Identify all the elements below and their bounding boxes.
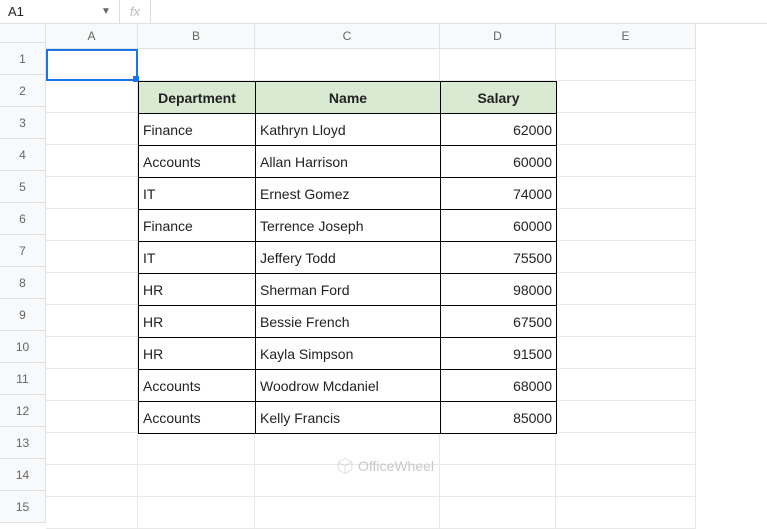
row-header-13[interactable]: 13 xyxy=(0,427,46,459)
cell-department[interactable]: Accounts xyxy=(139,370,256,402)
cell-department[interactable]: IT xyxy=(139,178,256,210)
fx-label: fx xyxy=(119,0,151,23)
row-header-4[interactable]: 4 xyxy=(0,139,46,171)
row-header-3[interactable]: 3 xyxy=(0,107,46,139)
row-header-14[interactable]: 14 xyxy=(0,459,46,491)
column-header-a[interactable]: A xyxy=(46,24,138,49)
cell-name[interactable]: Ernest Gomez xyxy=(256,178,441,210)
sheet-body[interactable]: Department Name Salary FinanceKathryn Ll… xyxy=(46,49,767,523)
cell-department[interactable]: Finance xyxy=(139,210,256,242)
header-name[interactable]: Name xyxy=(256,82,441,114)
row-header-15[interactable]: 15 xyxy=(0,491,46,523)
header-department[interactable]: Department xyxy=(139,82,256,114)
cell-salary[interactable]: 62000 xyxy=(441,114,557,146)
cell-name[interactable]: Jeffery Todd xyxy=(256,242,441,274)
cell-name[interactable]: Kelly Francis xyxy=(256,402,441,434)
cell-name[interactable]: Bessie French xyxy=(256,306,441,338)
row-headers: 123456789101112131415 xyxy=(0,43,46,523)
cell-salary[interactable]: 60000 xyxy=(441,210,557,242)
row-header-7[interactable]: 7 xyxy=(0,235,46,267)
cell-department[interactable]: IT xyxy=(139,242,256,274)
table-row: HRSherman Ford98000 xyxy=(139,274,557,306)
row-header-1[interactable]: 1 xyxy=(0,43,46,75)
formula-input[interactable] xyxy=(151,0,767,23)
formula-bar: A1 ▼ fx xyxy=(0,0,767,24)
table-row: FinanceKathryn Lloyd62000 xyxy=(139,114,557,146)
row-header-6[interactable]: 6 xyxy=(0,203,46,235)
cell-salary[interactable]: 75500 xyxy=(441,242,557,274)
cell-name[interactable]: Sherman Ford xyxy=(256,274,441,306)
table-row: ITErnest Gomez74000 xyxy=(139,178,557,210)
cell-department[interactable]: Accounts xyxy=(139,146,256,178)
table-row: HRKayla Simpson91500 xyxy=(139,338,557,370)
cell-department[interactable]: Accounts xyxy=(139,402,256,434)
watermark-icon xyxy=(336,457,354,475)
column-header-c[interactable]: C xyxy=(255,24,440,49)
cell-salary[interactable]: 98000 xyxy=(441,274,557,306)
row-header-11[interactable]: 11 xyxy=(0,363,46,395)
column-headers: ABCDE xyxy=(46,24,767,49)
table-row: AccountsWoodrow Mcdaniel68000 xyxy=(139,370,557,402)
cell-name[interactable]: Terrence Joseph xyxy=(256,210,441,242)
select-all-corner[interactable] xyxy=(0,24,46,43)
cell-salary[interactable]: 91500 xyxy=(441,338,557,370)
table-row: AccountsKelly Francis85000 xyxy=(139,402,557,434)
watermark: OfficeWheel xyxy=(336,457,434,475)
watermark-text: OfficeWheel xyxy=(358,458,434,474)
cell-reference: A1 xyxy=(8,4,24,19)
cell-department[interactable]: HR xyxy=(139,306,256,338)
column-header-b[interactable]: B xyxy=(138,24,255,49)
cell-salary[interactable]: 60000 xyxy=(441,146,557,178)
column-header-e[interactable]: E xyxy=(556,24,696,49)
table-row: AccountsAllan Harrison60000 xyxy=(139,146,557,178)
cell-name[interactable]: Allan Harrison xyxy=(256,146,441,178)
cell-department[interactable]: HR xyxy=(139,338,256,370)
row-header-9[interactable]: 9 xyxy=(0,299,46,331)
cell-name[interactable]: Woodrow Mcdaniel xyxy=(256,370,441,402)
name-box-dropdown-icon[interactable]: ▼ xyxy=(97,6,119,17)
table-header-row: Department Name Salary xyxy=(139,82,557,114)
cell-salary[interactable]: 67500 xyxy=(441,306,557,338)
table-row: ITJeffery Todd75500 xyxy=(139,242,557,274)
column-header-d[interactable]: D xyxy=(440,24,556,49)
cell-department[interactable]: HR xyxy=(139,274,256,306)
table-row: FinanceTerrence Joseph60000 xyxy=(139,210,557,242)
spreadsheet-grid: 123456789101112131415 ABCDE Department N… xyxy=(0,24,767,523)
row-header-2[interactable]: 2 xyxy=(0,75,46,107)
cell-department[interactable]: Finance xyxy=(139,114,256,146)
table-row: HRBessie French67500 xyxy=(139,306,557,338)
row-header-8[interactable]: 8 xyxy=(0,267,46,299)
data-table: Department Name Salary FinanceKathryn Ll… xyxy=(138,81,557,434)
row-header-12[interactable]: 12 xyxy=(0,395,46,427)
cell-name[interactable]: Kathryn Lloyd xyxy=(256,114,441,146)
cell-salary[interactable]: 74000 xyxy=(441,178,557,210)
row-header-10[interactable]: 10 xyxy=(0,331,46,363)
row-header-5[interactable]: 5 xyxy=(0,171,46,203)
cell-salary[interactable]: 68000 xyxy=(441,370,557,402)
header-salary[interactable]: Salary xyxy=(441,82,557,114)
cell-salary[interactable]: 85000 xyxy=(441,402,557,434)
cell-name[interactable]: Kayla Simpson xyxy=(256,338,441,370)
name-box[interactable]: A1 xyxy=(0,0,97,23)
